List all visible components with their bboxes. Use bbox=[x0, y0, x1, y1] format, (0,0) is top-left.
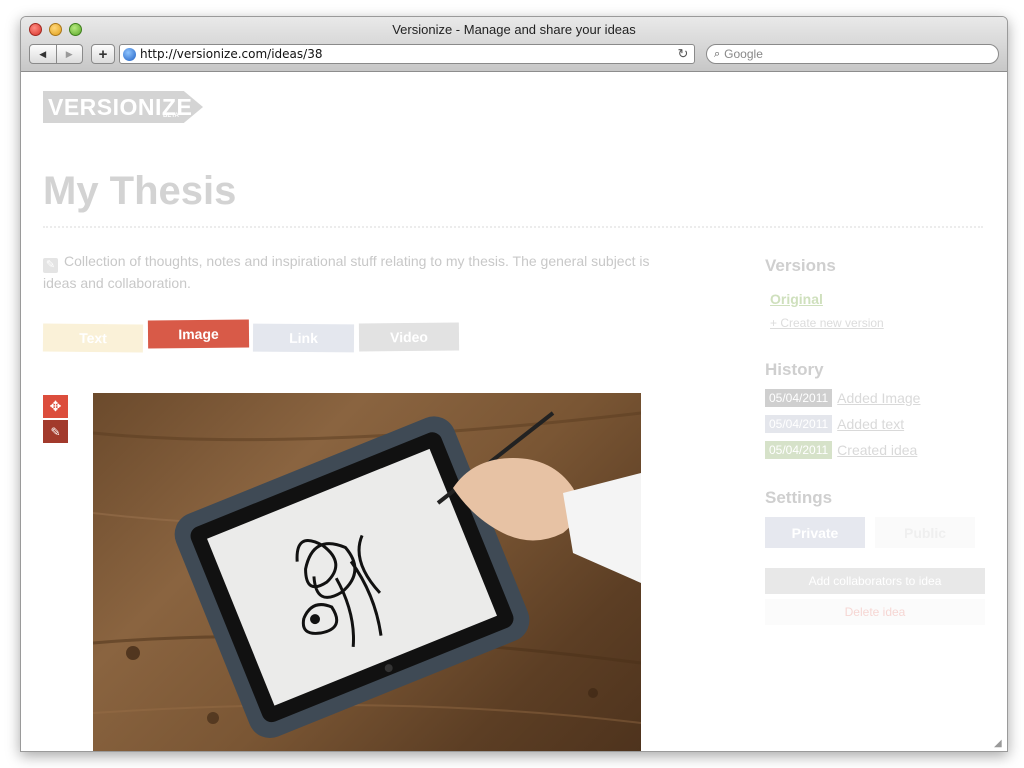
private-button[interactable]: Private bbox=[765, 517, 865, 548]
idea-description: ✎ Collection of thoughts, notes and inspi… bbox=[43, 251, 673, 294]
tab-text[interactable]: Text bbox=[42, 323, 144, 353]
history-link[interactable]: Added text bbox=[837, 416, 904, 432]
add-collaborators-button[interactable]: Add collaborators to idea bbox=[765, 568, 985, 594]
edit-pencil-icon[interactable]: ✎ bbox=[43, 258, 58, 273]
search-input[interactable]: ⌕ Google bbox=[706, 44, 999, 64]
page-title: My Thesis bbox=[43, 169, 237, 213]
history-link[interactable]: Created idea bbox=[837, 442, 917, 458]
search-icon: ⌕ bbox=[714, 47, 721, 60]
title-divider bbox=[43, 226, 983, 228]
globe-icon bbox=[123, 47, 136, 61]
page-content: VERSIONIZE BETA My Thesis ✎ Collection of… bbox=[21, 73, 1007, 751]
add-bookmark-button[interactable]: + bbox=[91, 44, 115, 64]
move-item-button[interactable]: ✥ bbox=[43, 395, 68, 418]
browser-window: Versionize - Manage and share your ideas… bbox=[20, 16, 1008, 752]
url-input[interactable]: http://versionize.com/ideas/38 bbox=[140, 47, 675, 61]
tab-link[interactable]: Link bbox=[252, 323, 355, 353]
history-item: 05/04/2011 Added Image bbox=[765, 389, 920, 407]
tab-video[interactable]: Video bbox=[358, 322, 460, 352]
forward-button[interactable]: ▶ bbox=[55, 45, 83, 63]
pencil-icon: ✎ bbox=[50, 424, 61, 439]
edit-item-button[interactable]: ✎ bbox=[43, 420, 68, 443]
versions-heading: Versions bbox=[765, 256, 836, 275]
create-new-version-link[interactable]: + Create new version bbox=[770, 316, 884, 330]
back-forward-group: ◀ ▶ bbox=[29, 44, 83, 64]
reload-icon[interactable]: ↻ bbox=[675, 46, 691, 62]
history-date: 05/04/2011 bbox=[765, 389, 833, 407]
browser-toolbar: Versionize - Manage and share your ideas… bbox=[21, 17, 1007, 72]
version-original-link[interactable]: Original bbox=[770, 291, 823, 307]
tab-image-label: Image bbox=[178, 325, 219, 343]
settings-heading: Settings bbox=[765, 488, 833, 507]
tab-video-label: Video bbox=[389, 328, 429, 346]
idea-image bbox=[93, 393, 641, 751]
tab-link-label: Link bbox=[289, 329, 318, 347]
address-bar[interactable]: http://versionize.com/ideas/38 ↻ bbox=[119, 44, 695, 64]
history-link[interactable]: Added Image bbox=[837, 390, 920, 406]
forward-arrow-icon: ▶ bbox=[65, 48, 73, 59]
move-icon: ✥ bbox=[49, 398, 62, 414]
tab-image[interactable]: Image bbox=[147, 319, 250, 349]
tablet-photo-illustration bbox=[93, 411, 641, 739]
delete-idea-button[interactable]: Delete idea bbox=[765, 599, 985, 625]
back-button[interactable]: ◀ bbox=[30, 45, 56, 63]
beta-badge: BETA bbox=[163, 113, 179, 119]
history-date: 05/04/2011 bbox=[765, 415, 833, 433]
history-item: 05/04/2011 Created idea bbox=[765, 441, 917, 459]
versionize-logo[interactable]: VERSIONIZE BETA bbox=[43, 91, 203, 123]
history-date: 05/04/2011 bbox=[765, 441, 833, 459]
window-title: Versionize - Manage and share your ideas bbox=[392, 22, 636, 37]
tab-text-label: Text bbox=[79, 329, 107, 347]
history-heading: History bbox=[765, 360, 824, 379]
plus-icon: + bbox=[98, 45, 108, 63]
search-placeholder: Google bbox=[724, 47, 763, 61]
history-item: 05/04/2011 Added text bbox=[765, 415, 904, 433]
back-arrow-icon: ◀ bbox=[39, 48, 47, 59]
resize-grip-icon[interactable]: ◢ bbox=[994, 738, 1005, 749]
description-text: Collection of thoughts, notes and inspir… bbox=[43, 253, 650, 291]
public-button[interactable]: Public bbox=[875, 517, 975, 548]
